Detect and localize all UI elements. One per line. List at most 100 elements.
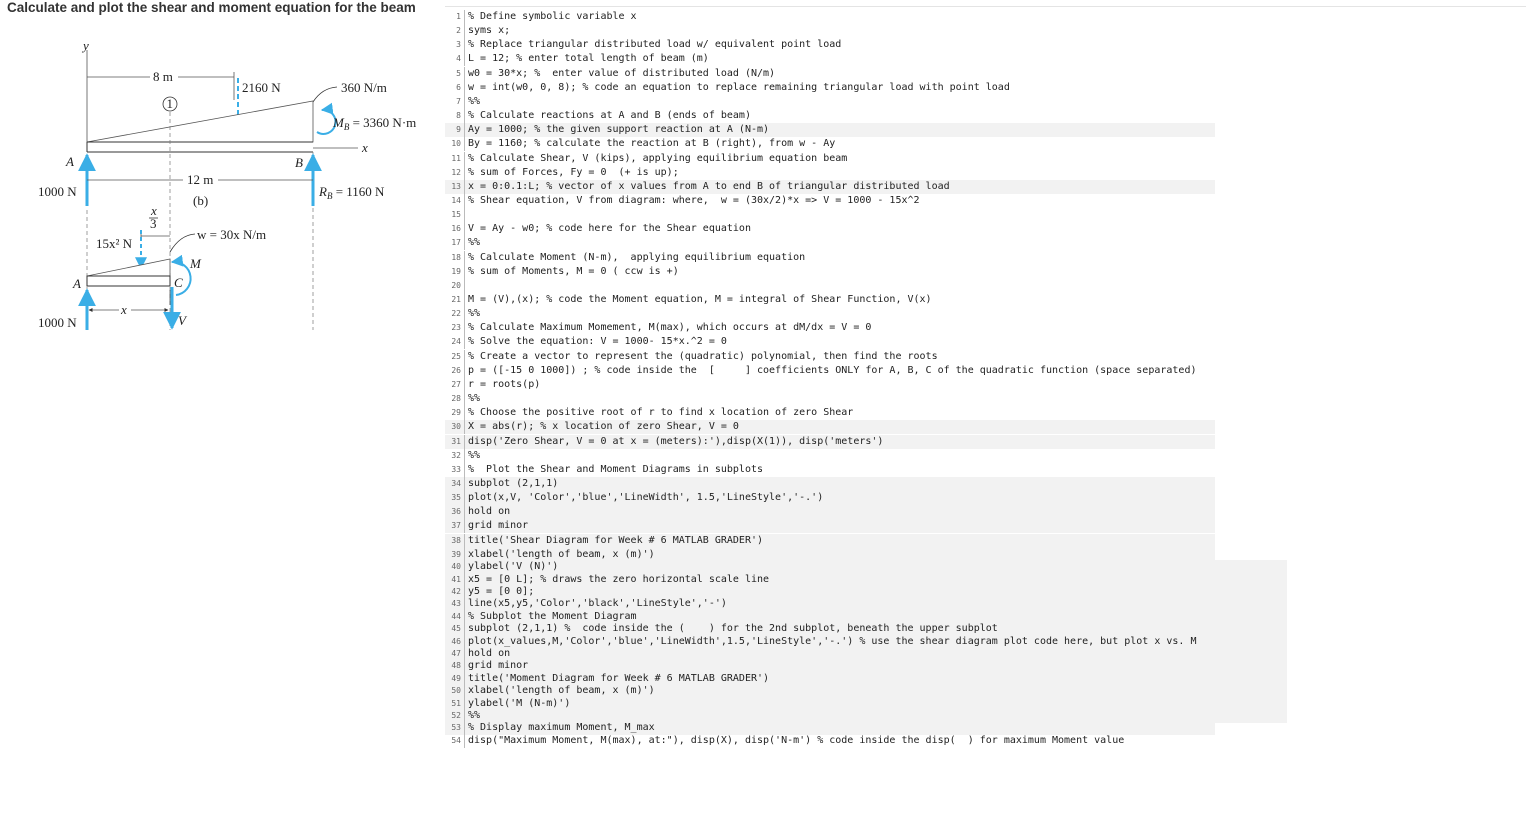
code-line[interactable]: 33% Plot the Shear and Moment Diagrams i… [445,462,1215,477]
code-line[interactable]: 54 disp("Maximum Moment, M(max), at:"), d… [445,733,1215,748]
code-line[interactable]: 13 x = 0:0.1:L; % vector of x values from… [445,179,1215,194]
code-line[interactable]: 17%% [445,236,1215,251]
code-text: p = ([-15 0 1000]) ; % code inside the [… [468,364,1197,376]
code-text: % Shear equation, V from diagram: where,… [468,194,920,206]
fbd-beam-segment [86,275,171,287]
code-line[interactable]: 8% Calculate reactions at A and B (ends … [445,109,1215,124]
line-number: 12 [445,165,465,180]
code-text: ylabel('V (N)') [468,561,559,573]
code-line[interactable]: 29% Choose the positive root of r to fin… [445,406,1215,421]
line-number: 2 [445,24,465,39]
code-line[interactable]: 11% Calculate Shear, V (kips), applying … [445,151,1215,166]
code-line[interactable]: 7%% [445,94,1215,109]
code-text: % sum of Moments, M = 0 ( ccw is +) [468,265,679,277]
line-number: 17 [445,236,465,251]
code-line[interactable]: 30 X = abs(r); % x location of zero Shear… [445,420,1215,435]
code-line[interactable]: 21 M = (V),(x); % code the Moment equatio… [445,293,1215,307]
line-number: 29 [445,406,465,421]
code-line[interactable]: 37 grid minor [445,519,1215,534]
shear-v-label: V [178,313,188,328]
code-text: subplot (2,1,1) % code inside the ( ) fo… [468,623,998,635]
code-line[interactable]: 34 subplot (2,1,1) [445,476,1215,491]
reaction-a-label: 1000 N [38,184,77,199]
fbd-reaction-a-label: 1000 N [38,315,77,330]
code-text: %% [468,95,481,107]
line-number: 33 [445,462,465,477]
code-text: xlabel('length of beam, x (m)') [468,685,655,697]
line-number: 22 [445,307,465,322]
code-line[interactable]: 6w = int(w0, 0, 8); % code an equation t… [445,80,1215,95]
fbd-x-label: x [120,302,127,317]
code-text: disp("Maximum Moment, M(max), at:"), dis… [468,734,1125,746]
code-text: % Define symbolic variable x [468,11,637,22]
code-text: grid minor [468,660,529,672]
code-line[interactable]: 9 Ay = 1000; % the given support reaction… [445,123,1215,138]
line-number: 54 [445,733,465,748]
line-number: 36 [445,505,465,520]
code-text: w = int(w0, 0, 8); % code an equation to… [468,81,1010,93]
code-text: %% [468,393,481,405]
code-line[interactable]: 4L = 12; % enter total length of beam (m… [445,52,1215,67]
code-text: x = 0:0.1:L; % vector of x values from A… [468,180,950,192]
code-text: x5 = [0 L]; % draws the zero horizontal … [468,573,770,585]
line-number: 19 [445,264,465,279]
code-line[interactable]: 19% sum of Moments, M = 0 ( ccw is +) [445,264,1215,279]
code-line[interactable]: 24% Solve the equation: V = 1000- 15*x.^… [445,335,1215,350]
code-line[interactable]: 12% sum of Forces, Fy = 0 (+ is up); [445,165,1215,180]
code-text: % Calculate reactions at A and B (ends o… [468,110,751,122]
y-axis-label: y [81,38,89,53]
line-number: 9 [445,123,465,138]
line-number: 27 [445,377,465,392]
code-line[interactable]: 18% Calculate Moment (N-m), applying equ… [445,250,1215,265]
code-line[interactable]: 26 p = ([-15 0 1000]) ; % code inside the… [445,363,1215,378]
code-text: ylabel('M (N-m)') [468,697,571,709]
code-line[interactable]: 14% Shear equation, V from diagram: wher… [445,193,1215,208]
line-number: 4 [445,52,465,67]
line-number: 37 [445,519,465,534]
code-text: grid minor [468,520,529,532]
point-b-label: B [295,155,303,170]
beam-diagram: y 8 m 2160 N 360 N/m 1 x MB = 3360 N·m A… [38,38,416,330]
fbd-point-a-label: A [72,276,81,291]
code-line[interactable]: 16 V = Ay - w0; % code here for the Shear… [445,222,1215,237]
code-text: % sum of Forces, Fy = 0 (+ is up); [468,166,679,178]
fraction-denominator: 3 [150,216,157,231]
code-line[interactable]: 25% Create a vector to represent the (qu… [445,349,1215,364]
fbd-triangular-load [86,258,171,277]
code-line[interactable]: 23% Calculate Maximum Momement, M(max), … [445,321,1215,336]
code-text: % Display maximum Moment, M_max [468,722,655,734]
line-number: 13 [445,179,465,194]
line-number: 8 [445,109,465,124]
line-number: 26 [445,363,465,378]
point-a-label: A [65,154,74,169]
code-line[interactable]: 27 r = roots(p) [445,377,1215,392]
code-text: % Create a vector to represent the (quad… [468,350,938,362]
code-line[interactable]: 31 disp('Zero Shear, V = 0 at x = (meters… [445,434,1215,449]
code-text: Ay = 1000; % the given support reaction … [468,124,770,136]
code-editor[interactable]: 1% Define symbolic variable x 2 syms x; 3% … [445,6,1526,749]
figure-b-label: (b) [193,193,208,208]
distributed-load-label: w = 30x N/m [197,227,266,242]
code-line[interactable]: 35 plot(x,V, 'Color','blue','LineWidth', … [445,491,1215,506]
code-line[interactable]: 5 w0 = 30*x; % enter value of distributed… [445,66,1215,81]
code-text: %% [468,449,481,461]
code-line[interactable]: 28%% [445,392,1215,407]
code-line[interactable]: 3% Replace triangular distributed load w… [445,38,1215,53]
point-c-label: C [174,275,183,290]
code-text: % Replace triangular distributed load w/… [468,39,842,51]
code-line[interactable]: 1% Define symbolic variable x [445,10,1215,24]
code-line[interactable]: 32%% [445,448,1215,463]
code-text: % Choose the positive root of r to find … [468,407,854,419]
code-line[interactable]: 22%% [445,307,1215,322]
code-line[interactable]: 10 By = 1160; % calculate the reaction at… [445,137,1215,152]
load-360-label: 360 N/m [341,80,387,95]
code-line[interactable]: 36 hold on [445,505,1215,520]
code-line[interactable]: 15 [445,208,1215,223]
code-line[interactable]: 20 [445,278,1215,293]
code-line[interactable]: 38 title('Shear Diagram for Week # 6 MATL… [445,533,1215,548]
line-number: 10 [445,137,465,152]
line-number: 23 [445,321,465,336]
code-text: title('Moment Diagram for Week # 6 MATLA… [468,672,770,684]
code-text: V = Ay - w0; % code here for the Shear e… [468,223,751,235]
code-line[interactable]: 2 syms x; [445,24,1215,39]
